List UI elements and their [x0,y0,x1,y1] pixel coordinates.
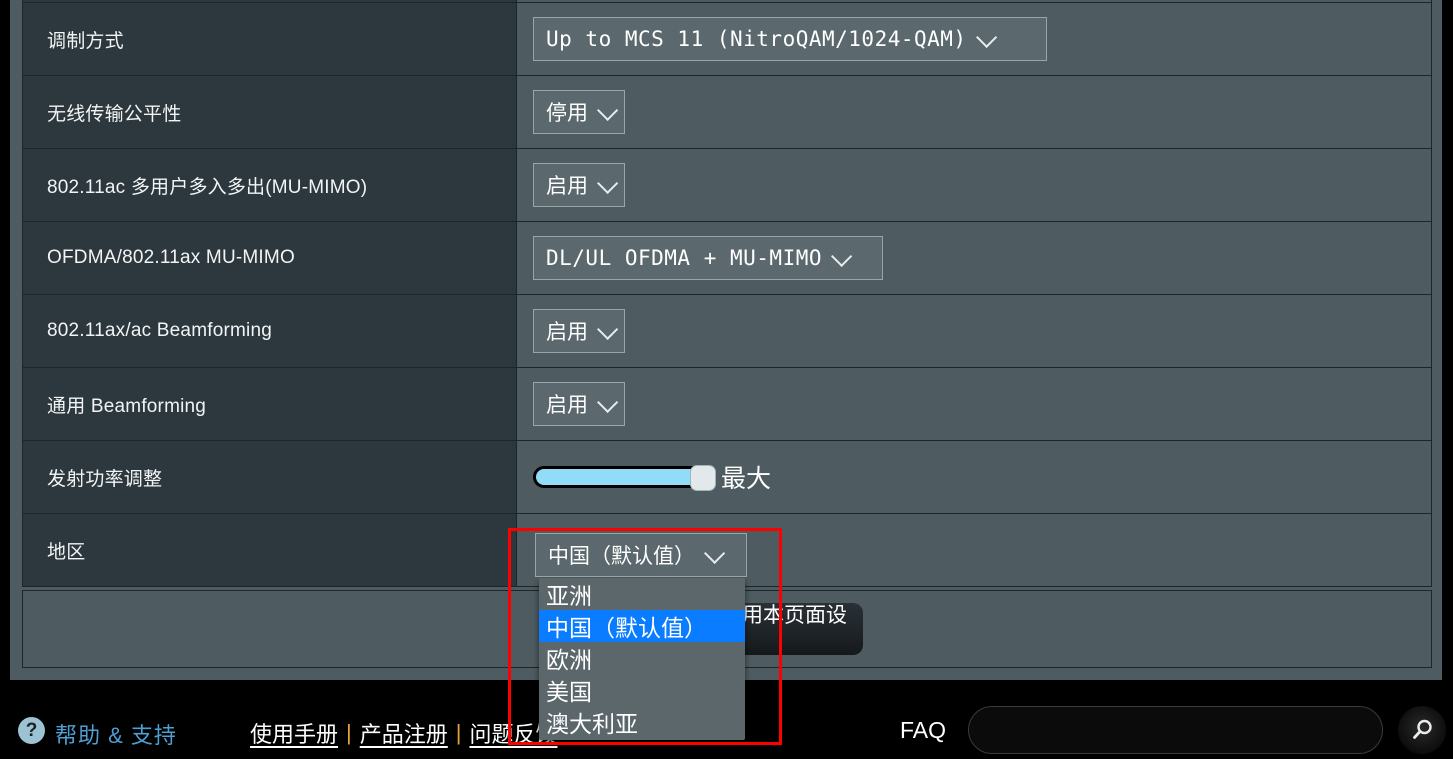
mu-mimo-select[interactable]: 启用 [533,163,625,207]
region-select-container: 中国（默认值） [535,533,747,577]
chevron-down-icon [597,172,619,194]
chevron-down-icon [597,318,619,340]
table-cell-value: 最大 [517,441,1431,513]
footer-link-separator: | [346,720,352,745]
modulation-select-value: Up to MCS 11 (NitroQAM/1024-QAM) [546,27,967,51]
table-row: OFDMA/802.11ax MU-MIMO DL/UL OFDMA + MU-… [23,222,1431,295]
help-and-support-label[interactable]: 帮助 & 支持 [55,718,177,750]
question-mark-icon: ? [18,717,45,744]
ofdma-select-value: DL/UL OFDMA + MU-MIMO [546,246,823,270]
row-label-mu-mimo: 802.11ac 多用户多入多出(MU-MIMO) [23,149,517,221]
chevron-down-icon [975,26,997,48]
chevron-down-icon [831,245,853,267]
table-row: 调制方式 Up to MCS 11 (NitroQAM/1024-QAM) [23,3,1431,76]
router-settings-screen: 调制方式 Up to MCS 11 (NitroQAM/1024-QAM) 无线… [0,0,1453,759]
table-cell-value: DL/UL OFDMA + MU-MIMO [517,222,1431,294]
table-cell-value: Up to MCS 11 (NitroQAM/1024-QAM) [517,3,1431,75]
magnifier-icon [1413,719,1432,739]
universal-beamforming-select-value: 启用 [546,394,588,417]
region-select-value: 中国（默认值） [548,545,695,568]
table-cell-value: 停用 [517,76,1431,148]
universal-beamforming-select[interactable]: 启用 [533,382,625,426]
tx-power-control: 最大 [533,459,771,495]
airtime-fairness-select[interactable]: 停用 [533,90,625,134]
table-cell-value: 启用 [517,149,1431,221]
search-button[interactable] [1398,706,1446,754]
table-row: 802.11ax/ac Beamforming 启用 [23,295,1431,368]
row-label-airtime-fairness: 无线传输公平性 [23,76,517,148]
footer-link-user-manual[interactable]: 使用手册 [250,717,338,749]
table-row: 802.11ac 多用户多入多出(MU-MIMO) 启用 [23,149,1431,222]
modulation-select[interactable]: Up to MCS 11 (NitroQAM/1024-QAM) [533,17,1047,61]
tx-power-slider-thumb[interactable] [690,465,716,491]
chevron-down-icon [704,542,726,564]
row-label-universal-beamforming: 通用 Beamforming [23,368,517,440]
table-cell-value [517,0,1431,2]
faq-label[interactable]: FAQ [900,717,946,744]
footer-link-separator: | [455,720,462,745]
ax-ac-beamforming-select[interactable]: 启用 [533,309,625,353]
airtime-fairness-select-value: 停用 [546,102,588,125]
settings-table: 调制方式 Up to MCS 11 (NitroQAM/1024-QAM) 无线… [22,0,1432,587]
footer-link-product-registration[interactable]: 产品注册 [360,717,448,749]
ofdma-select[interactable]: DL/UL OFDMA + MU-MIMO [533,236,883,280]
row-label-modulation: 调制方式 [23,3,517,75]
region-select[interactable]: 中国（默认值） [535,533,747,577]
chevron-down-icon [597,99,619,121]
chevron-down-icon [597,391,619,413]
region-option-usa[interactable]: 美国 [539,674,745,706]
tx-power-slider[interactable] [533,465,716,491]
region-option-australia[interactable]: 澳大利亚 [539,706,745,738]
row-label-ofdma: OFDMA/802.11ax MU-MIMO [23,222,517,294]
table-row: 无线传输公平性 停用 [23,76,1431,149]
region-option-china[interactable]: 中国（默认值） [539,610,745,642]
row-label-ax-ac-beamforming: 802.11ax/ac Beamforming [23,295,517,367]
footer-links: 使用手册 | 产品注册 | 问题反馈 [250,717,557,749]
table-row: 发射功率调整 最大 [23,441,1431,514]
mu-mimo-select-value: 启用 [546,175,588,198]
row-label-tx-power: 发射功率调整 [23,441,517,513]
ax-ac-beamforming-select-value: 启用 [546,321,588,344]
row-label-region: 地区 [23,514,517,586]
search-input[interactable] [968,706,1383,754]
region-dropdown-list[interactable]: 亚洲 中国（默认值） 欧洲 美国 澳大利亚 [539,578,745,740]
table-row: 通用 Beamforming 启用 [23,368,1431,441]
region-option-europe[interactable]: 欧洲 [539,642,745,674]
region-option-asia[interactable]: 亚洲 [539,578,745,610]
table-cell-value: 启用 [517,368,1431,440]
table-cell-label [23,0,517,2]
tx-power-value-label: 最大 [721,465,772,493]
table-cell-value: 启用 [517,295,1431,367]
